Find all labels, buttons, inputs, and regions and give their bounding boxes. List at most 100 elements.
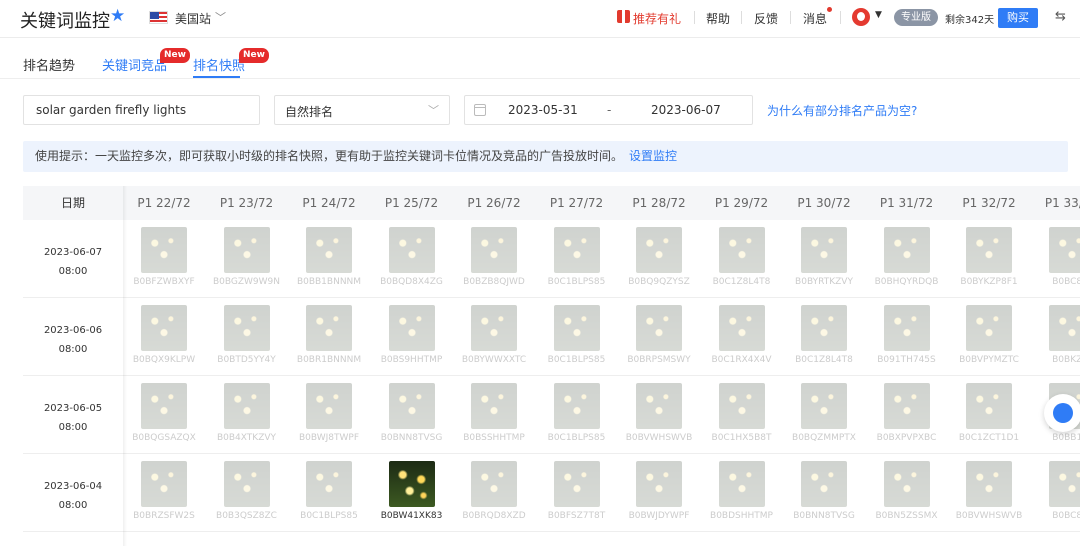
product-thumbnail[interactable]: [718, 305, 765, 351]
tab-rank-trend[interactable]: 排名趋势: [23, 55, 75, 74]
site-selector[interactable]: 美国站: [175, 10, 211, 27]
product-cell[interactable]: B0BN5ZSSMX: [866, 454, 948, 532]
product-thumbnail[interactable]: [801, 305, 847, 351]
product-cell[interactable]: B0BWJDYWPF: [618, 454, 700, 532]
product-cell[interactable]: B0BC8...: [1031, 454, 1080, 532]
product-cell[interactable]: B0C1RX4X4V: [701, 298, 783, 376]
customer-service-icon[interactable]: [1044, 394, 1080, 432]
product-thumbnail[interactable]: [388, 305, 435, 351]
product-thumbnail[interactable]: [883, 461, 930, 507]
setup-monitor-link[interactable]: 设置监控: [629, 149, 677, 163]
product-thumbnail[interactable]: [141, 227, 187, 273]
product-cell[interactable]: B0BQZMMPTX: [783, 376, 865, 454]
product-cell[interactable]: B0BB1BNNNM: [288, 220, 370, 298]
product-thumbnail[interactable]: [388, 383, 435, 429]
product-cell[interactable]: B0BVPYMZTC: [948, 298, 1030, 376]
star-icon[interactable]: ★: [110, 6, 125, 26]
product-cell[interactable]: B0BYRTKZVY: [783, 220, 865, 298]
product-thumbnail[interactable]: [801, 383, 847, 429]
product-thumbnail[interactable]: [471, 227, 517, 273]
product-thumbnail[interactable]: [141, 383, 187, 429]
product-cell[interactable]: B0BYKZP8F1: [948, 220, 1030, 298]
product-thumbnail[interactable]: [306, 383, 352, 429]
product-cell[interactable]: B0B3QSZ8ZC: [206, 454, 288, 532]
product-cell[interactable]: B0BNN8TVSG: [783, 454, 865, 532]
keyword-input[interactable]: [23, 95, 260, 125]
product-cell[interactable]: B0BZB8QJWD: [453, 220, 535, 298]
product-cell[interactable]: B091TH745S: [866, 298, 948, 376]
product-thumbnail[interactable]: [306, 227, 352, 273]
help-link[interactable]: 帮助: [706, 10, 730, 27]
feedback-link[interactable]: 反馈: [754, 10, 778, 27]
product-thumbnail[interactable]: [223, 383, 270, 429]
caret-down-icon[interactable]: ▼: [875, 10, 882, 20]
product-thumbnail[interactable]: [306, 305, 352, 351]
product-cell[interactable]: B0BTD5YY4Y: [206, 298, 288, 376]
product-cell[interactable]: B0B4XTKZVY: [206, 376, 288, 454]
product-thumbnail[interactable]: [801, 227, 847, 273]
product-thumbnail[interactable]: [801, 461, 847, 507]
product-thumbnail[interactable]: [471, 461, 517, 507]
product-thumbnail[interactable]: [553, 227, 600, 273]
product-cell[interactable]: B0BQGSAZQX: [123, 376, 205, 454]
product-cell[interactable]: B0C1ZCT1D1: [948, 376, 1030, 454]
product-cell[interactable]: B0BRPSMSWY: [618, 298, 700, 376]
product-cell[interactable]: B0BKZ...: [1031, 298, 1080, 376]
product-thumbnail[interactable]: [883, 383, 930, 429]
product-cell[interactable]: B0BS9HHTMP: [371, 298, 453, 376]
product-cell[interactable]: B0C1BLPS85: [536, 220, 618, 298]
us-flag-icon[interactable]: [149, 11, 168, 24]
product-cell[interactable]: B0C1BLPS85: [288, 454, 370, 532]
product-cell[interactable]: B0BQ9QZYSZ: [618, 220, 700, 298]
date-range-picker[interactable]: 2023-05-31 - 2023-06-07: [464, 95, 753, 125]
sort-select[interactable]: 自然排名 ﹀: [274, 95, 450, 125]
chevron-down-icon[interactable]: ﹀: [215, 9, 226, 25]
product-thumbnail[interactable]: [718, 383, 765, 429]
product-thumbnail[interactable]: [966, 227, 1012, 273]
product-thumbnail[interactable]: [306, 461, 352, 507]
product-cell[interactable]: B0C1Z8L4T8: [701, 220, 783, 298]
product-thumbnail[interactable]: [223, 461, 270, 507]
product-cell[interactable]: B0BHQYRDQB: [866, 220, 948, 298]
product-thumbnail[interactable]: [141, 305, 187, 351]
product-thumbnail[interactable]: [471, 305, 517, 351]
product-thumbnail[interactable]: [636, 461, 682, 507]
product-thumbnail[interactable]: [471, 383, 517, 429]
product-cell[interactable]: B0C1Z8L4T8: [783, 298, 865, 376]
product-cell[interactable]: B0BQD8X4ZG: [371, 220, 453, 298]
product-thumbnail[interactable]: [223, 227, 270, 273]
date-start[interactable]: 2023-05-31: [508, 103, 578, 117]
tab-keyword-competitors[interactable]: 关键词竞品: [102, 55, 167, 74]
product-thumbnail[interactable]: [966, 383, 1012, 429]
product-cell[interactable]: B0BVWHSWVB: [618, 376, 700, 454]
product-cell[interactable]: B0BFZWBXYF: [123, 220, 205, 298]
tab-rank-snapshot[interactable]: 排名快照: [193, 55, 245, 74]
date-end[interactable]: 2023-06-07: [651, 103, 721, 117]
product-cell[interactable]: B0BQX9KLPW: [123, 298, 205, 376]
gift-icon[interactable]: [617, 10, 630, 23]
product-thumbnail[interactable]: [718, 461, 765, 507]
product-thumbnail[interactable]: [553, 383, 600, 429]
product-thumbnail[interactable]: [718, 227, 765, 273]
product-cell[interactable]: B0BW41XK83: [371, 454, 453, 532]
product-cell[interactable]: B0BRQD8XZD: [453, 454, 535, 532]
product-thumbnail[interactable]: [141, 461, 187, 507]
product-cell[interactable]: B0BR1BNNNM: [288, 298, 370, 376]
product-thumbnail[interactable]: [553, 461, 600, 507]
product-thumbnail[interactable]: [1048, 227, 1080, 273]
product-cell[interactable]: B0BWJ8TWPF: [288, 376, 370, 454]
product-thumbnail[interactable]: [883, 227, 930, 273]
product-thumbnail[interactable]: [883, 305, 930, 351]
product-cell[interactable]: B0C1BLPS85: [536, 298, 618, 376]
product-thumbnail[interactable]: [966, 461, 1012, 507]
product-cell[interactable]: B0BXPVPXBC: [866, 376, 948, 454]
product-cell[interactable]: B0BC8...: [1031, 220, 1080, 298]
why-empty-link[interactable]: 为什么有部分排名产品为空?: [767, 102, 917, 119]
product-cell[interactable]: B0BDSHHTMP: [701, 454, 783, 532]
product-cell[interactable]: B0BRZSFW2S: [123, 454, 205, 532]
product-thumbnail[interactable]: [388, 461, 435, 507]
product-thumbnail[interactable]: [1048, 461, 1080, 507]
product-thumbnail[interactable]: [553, 305, 600, 351]
messages-link[interactable]: 消息: [803, 10, 827, 27]
product-cell[interactable]: B0BVWHSWVB: [948, 454, 1030, 532]
